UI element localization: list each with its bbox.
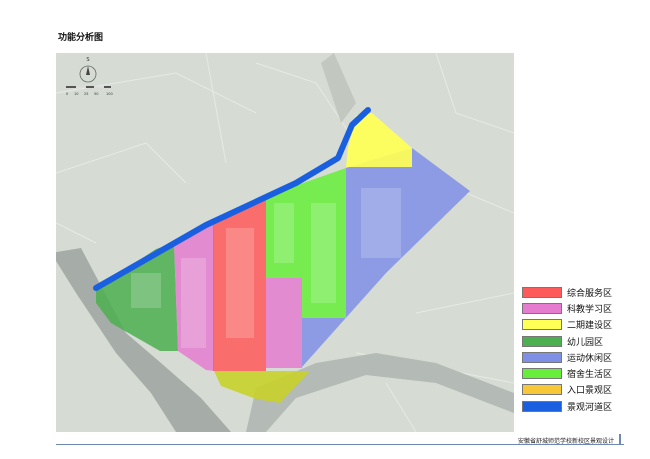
legend-label: 幼儿园区: [567, 337, 604, 348]
legend-swatch: [522, 400, 562, 412]
zone-science-east: [266, 278, 302, 368]
compass-letter: S: [86, 57, 89, 63]
scale-tick: 100: [106, 92, 113, 96]
scale-tick: 50: [94, 92, 98, 96]
scale-tick: 10: [74, 92, 78, 96]
map-svg: S 0 10 25 50 100: [56, 53, 514, 432]
legend-swatch: [522, 286, 562, 298]
legend-label: 宿舍生活区: [567, 370, 613, 381]
legend-label: 综合服务区: [567, 288, 613, 299]
legend-item: 综合服务区: [522, 284, 612, 300]
legend-swatch: [522, 319, 562, 331]
legend-item: 宿舍生活区: [522, 365, 612, 381]
site-map: S 0 10 25 50 100: [56, 53, 514, 432]
legend-swatch: [522, 302, 562, 314]
legend-swatch: [522, 384, 562, 396]
legend-label: 入口景观区: [567, 386, 613, 397]
legend-swatch: [522, 335, 562, 347]
legend-label: 科教学习区: [567, 304, 613, 315]
legend-item: 二期建设区: [522, 317, 612, 333]
footer-accent-bar: [619, 434, 621, 445]
legend-item: 幼儿园区: [522, 333, 612, 349]
legend-label: 景观河道区: [567, 402, 613, 413]
legend-item: 入口景观区: [522, 382, 612, 398]
map-legend: 综合服务区 科教学习区 二期建设区 幼儿园区 运动休闲区 宿舍生活区 入口景观区…: [522, 284, 612, 414]
scale-tick: 25: [84, 92, 88, 96]
legend-item: 科教学习区: [522, 300, 612, 316]
page-title: 功能分析图: [58, 33, 104, 43]
legend-item: 景观河道区: [522, 398, 612, 414]
legend-label: 运动休闲区: [567, 353, 613, 364]
legend-swatch: [522, 368, 562, 380]
legend-label: 二期建设区: [567, 321, 613, 332]
legend-item: 运动休闲区: [522, 349, 612, 365]
legend-swatch: [522, 351, 562, 363]
footer-project-title: 安徽省舒城师范学校新校区景观设计: [517, 438, 614, 445]
scale-tick: 0: [66, 92, 68, 96]
